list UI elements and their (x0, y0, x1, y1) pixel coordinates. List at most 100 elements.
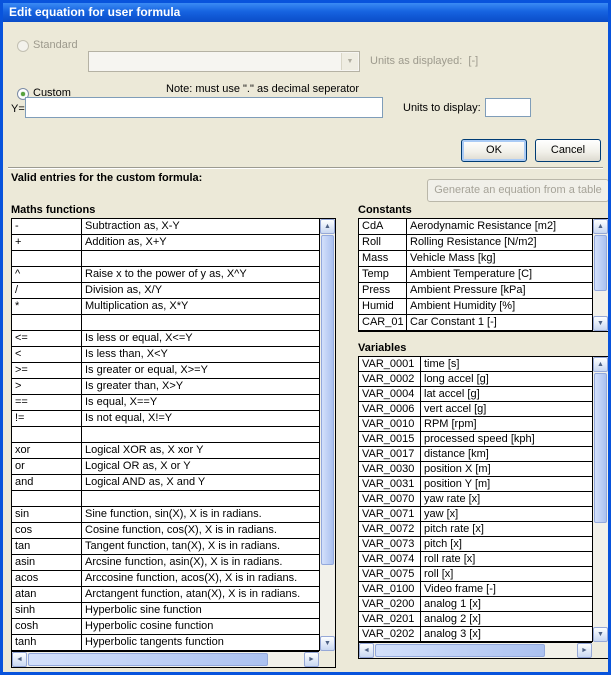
table-row[interactable]: VAR_0070yaw rate [x] (359, 492, 592, 507)
table-row[interactable]: CdAAerodynamic Resistance [m2] (359, 219, 592, 235)
standard-radio[interactable] (17, 40, 29, 52)
variables-horizontal-scrollbar[interactable]: ◄ ► (359, 642, 592, 658)
table-row[interactable]: orLogical OR as, X or Y (12, 459, 319, 475)
scrollbar-corner (319, 651, 335, 667)
table-cell: cos (12, 523, 82, 538)
scrollbar-thumb[interactable] (321, 235, 334, 565)
standard-formula-dropdown[interactable]: ▼ (88, 51, 360, 72)
table-cell: Is less than, X<Y (82, 347, 319, 362)
table-row[interactable]: VAR_0075roll [x] (359, 567, 592, 582)
table-row[interactable]: CAR_01Car Constant 1 [-] (359, 315, 592, 331)
table-row[interactable] (12, 251, 319, 267)
table-row[interactable]: VAR_0074roll rate [x] (359, 552, 592, 567)
table-cell: Arcsine function, asin(X), X is in radia… (82, 555, 319, 570)
table-row[interactable]: VAR_0006vert accel [g] (359, 402, 592, 417)
table-row[interactable]: *Multiplication as, X*Y (12, 299, 319, 315)
table-row[interactable]: ==Is equal, X==Y (12, 395, 319, 411)
table-row[interactable]: /Division as, X/Y (12, 283, 319, 299)
table-row[interactable]: VAR_0073pitch [x] (359, 537, 592, 552)
table-row[interactable]: VAR_0072pitch rate [x] (359, 522, 592, 537)
formula-input[interactable] (25, 97, 383, 118)
scrollbar-thumb[interactable] (594, 235, 607, 291)
scrollbar-thumb[interactable] (28, 653, 268, 666)
table-row[interactable]: asinArcsine function, asin(X), X is in r… (12, 555, 319, 571)
units-input[interactable] (485, 98, 531, 117)
variables-table: VAR_0001time [s]VAR_0002long accel [g]VA… (358, 356, 609, 659)
table-row[interactable]: VAR_0071yaw [x] (359, 507, 592, 522)
table-row[interactable]: RollRolling Resistance [N/m2] (359, 235, 592, 251)
table-cell (12, 427, 82, 442)
table-row[interactable]: tanhHyperbolic tangents function (12, 635, 319, 651)
scroll-down-icon[interactable]: ▼ (320, 636, 335, 651)
table-row[interactable]: MassVehicle Mass [kg] (359, 251, 592, 267)
table-row[interactable]: VAR_0004lat accel [g] (359, 387, 592, 402)
table-row[interactable]: coshHyperbolic cosine function (12, 619, 319, 635)
table-row[interactable]: VAR_0200analog 1 [x] (359, 597, 592, 612)
table-cell: Rolling Resistance [N/m2] (407, 235, 592, 250)
table-cell: VAR_0071 (359, 507, 421, 521)
variables-vertical-scrollbar[interactable]: ▲ ▼ (592, 357, 608, 642)
scroll-down-icon[interactable]: ▼ (593, 316, 608, 331)
chevron-down-icon[interactable]: ▼ (341, 53, 358, 70)
table-row[interactable]: VAR_0002long accel [g] (359, 372, 592, 387)
table-cell: VAR_0010 (359, 417, 421, 431)
table-row[interactable]: >Is greater than, X>Y (12, 379, 319, 395)
table-cell: CdA (359, 219, 407, 234)
maths-vertical-scrollbar[interactable]: ▲ ▼ (319, 219, 335, 651)
table-row[interactable]: VAR_0201analog 2 [x] (359, 612, 592, 627)
scroll-down-icon[interactable]: ▼ (593, 627, 608, 642)
table-row[interactable]: >=Is greater or equal, X>=Y (12, 363, 319, 379)
table-row[interactable]: VAR_0001time [s] (359, 357, 592, 372)
scrollbar-thumb[interactable] (594, 373, 607, 523)
table-row[interactable]: VAR_0100Video frame [-] (359, 582, 592, 597)
maths-horizontal-scrollbar[interactable]: ◄ ► (12, 651, 319, 667)
scroll-up-icon[interactable]: ▲ (593, 219, 608, 234)
table-row[interactable]: <=Is less or equal, X<=Y (12, 331, 319, 347)
scroll-right-icon[interactable]: ► (304, 652, 319, 667)
cancel-button[interactable]: Cancel (535, 139, 601, 162)
table-row[interactable]: cosCosine function, cos(X), X is in radi… (12, 523, 319, 539)
table-row[interactable]: VAR_0031position Y [m] (359, 477, 592, 492)
table-row[interactable]: TempAmbient Temperature [C] (359, 267, 592, 283)
scroll-up-icon[interactable]: ▲ (593, 357, 608, 372)
ok-button[interactable]: OK (461, 139, 527, 162)
table-row[interactable]: !=Is not equal, X!=Y (12, 411, 319, 427)
table-row[interactable]: -Subtraction as, X-Y (12, 219, 319, 235)
table-cell: yaw [x] (421, 507, 592, 521)
table-row[interactable]: VAR_0015processed speed [kph] (359, 432, 592, 447)
table-row[interactable]: +Addition as, X+Y (12, 235, 319, 251)
table-row[interactable]: VAR_0017distance [km] (359, 447, 592, 462)
table-row[interactable] (12, 427, 319, 443)
scroll-left-icon[interactable]: ◄ (359, 643, 374, 658)
table-cell: pitch rate [x] (421, 522, 592, 536)
table-row[interactable]: tanTangent function, tan(X), X is in rad… (12, 539, 319, 555)
title-bar[interactable]: Edit equation for user formula (3, 3, 608, 22)
table-row[interactable] (12, 491, 319, 507)
table-row[interactable]: atanArctangent function, atan(X), X is i… (12, 587, 319, 603)
table-row[interactable] (12, 315, 319, 331)
table-row[interactable]: VAR_0030position X [m] (359, 462, 592, 477)
table-row[interactable]: xorLogical XOR as, X xor Y (12, 443, 319, 459)
table-row[interactable]: sinhHyperbolic sine function (12, 603, 319, 619)
table-row[interactable]: ^Raise x to the power of y as, X^Y (12, 267, 319, 283)
scroll-right-icon[interactable]: ► (577, 643, 592, 658)
table-cell: VAR_0017 (359, 447, 421, 461)
table-cell: > (12, 379, 82, 394)
table-row[interactable]: andLogical AND as, X and Y (12, 475, 319, 491)
constants-vertical-scrollbar[interactable]: ▲ ▼ (592, 219, 608, 331)
table-cell: Raise x to the power of y as, X^Y (82, 267, 319, 282)
table-row[interactable]: VAR_0202analog 3 [x] (359, 627, 592, 642)
table-row[interactable]: acosArccosine function, acos(X), X is in… (12, 571, 319, 587)
scroll-left-icon[interactable]: ◄ (12, 652, 27, 667)
table-row[interactable]: sinSine function, sin(X), X is in radian… (12, 507, 319, 523)
table-row[interactable]: PressAmbient Pressure [kPa] (359, 283, 592, 299)
scrollbar-thumb[interactable] (375, 644, 545, 657)
table-row[interactable]: <Is less than, X<Y (12, 347, 319, 363)
scroll-up-icon[interactable]: ▲ (320, 219, 335, 234)
section-divider (8, 167, 603, 169)
table-row[interactable]: VAR_0010RPM [rpm] (359, 417, 592, 432)
table-row[interactable]: HumidAmbient Humidity [%] (359, 299, 592, 315)
table-cell: VAR_0202 (359, 627, 421, 641)
window-title: Edit equation for user formula (9, 5, 180, 19)
generate-equation-button[interactable]: Generate an equation from a table (427, 179, 609, 202)
